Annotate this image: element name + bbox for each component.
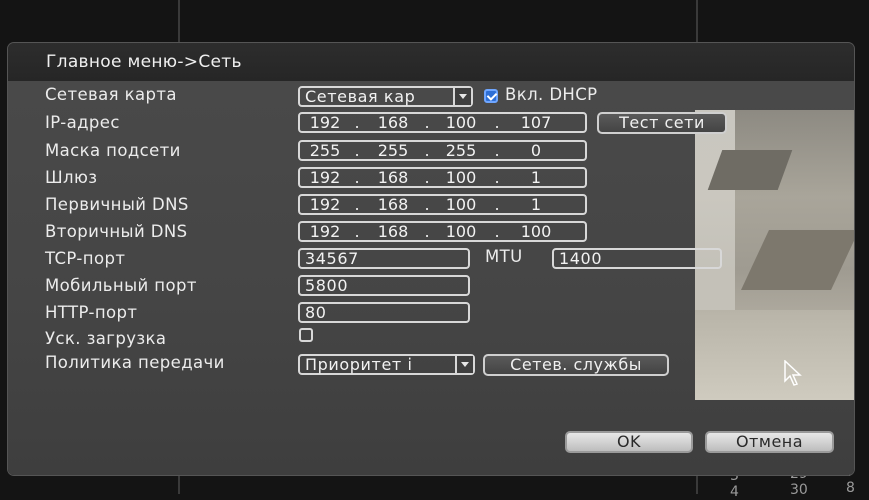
ip-octet: 192 (309, 113, 341, 132)
transfer-policy-value: Приоритет і (305, 355, 413, 374)
transfer-policy-dropdown[interactable]: Приоритет і (298, 354, 475, 375)
http-port-field[interactable]: 80 (298, 302, 470, 323)
dhcp-checkbox[interactable] (484, 89, 498, 103)
cancel-button[interactable]: Отмена (705, 431, 834, 453)
net-services-button[interactable]: Сетев. службы (483, 354, 669, 376)
dialog-title: Главное меню->Сеть (46, 52, 242, 72)
monitor-grid-line (696, 0, 698, 43)
ip-octet: 100 (445, 113, 477, 132)
ip-octet: 168 (377, 113, 409, 132)
background-calendar-number: 4 (730, 484, 739, 500)
ip-octet: 107 (520, 113, 552, 132)
fast-boot-checkbox[interactable] (299, 328, 313, 342)
subnet-mask-field[interactable]: 255 . 255 . 255 . 0 (298, 140, 587, 161)
mobile-port-field[interactable]: 5800 (298, 275, 470, 296)
chevron-down-icon[interactable] (453, 88, 471, 105)
background-calendar-number: 30 (790, 482, 808, 498)
secondary-dns-field[interactable]: 192 . 168 . 100 . 100 (298, 221, 587, 242)
dialog-titlebar: Главное меню->Сеть (8, 43, 854, 81)
dns1-label: Первичный DNS (45, 195, 189, 214)
ip-address-field[interactable]: 192 . 168 . 100 . 107 (298, 112, 587, 133)
fast-boot-label: Уск. загрузка (45, 329, 167, 348)
primary-dns-field[interactable]: 192 . 168 . 100 . 1 (298, 194, 587, 215)
nic-dropdown-value: Сетевая кар (305, 87, 416, 106)
transfer-policy-label: Политика передачи (45, 353, 225, 372)
tcp-port-label: TCP-порт (45, 249, 126, 268)
mtu-label: MTU (485, 247, 523, 266)
monitor-grid-line (178, 475, 180, 494)
mobile-port-label: Мобильный порт (45, 276, 197, 295)
monitor-grid-line (178, 0, 180, 43)
nic-dropdown[interactable]: Сетевая кар (298, 86, 473, 107)
net-test-button[interactable]: Тест сети (597, 112, 727, 134)
ok-button[interactable]: OK (565, 431, 693, 453)
mouse-cursor-icon (784, 360, 802, 386)
mtu-field[interactable]: 1400 (552, 248, 722, 269)
dhcp-label: Вкл. DHCP (505, 85, 598, 104)
dns2-label: Вторичный DNS (45, 222, 188, 241)
nic-label: Сетевая карта (45, 85, 177, 104)
gateway-label: Шлюз (45, 168, 98, 187)
network-settings-dialog: Главное меню->Сеть Сетевая карта Сетевая… (8, 43, 854, 475)
monitor-grid-line (696, 475, 698, 494)
mask-label: Маска подсети (45, 141, 181, 160)
tcp-port-field[interactable]: 34567 (298, 248, 470, 269)
chevron-down-icon[interactable] (455, 356, 473, 373)
ip-label: IP-адрес (45, 113, 120, 132)
http-port-label: HTTP-порт (45, 303, 138, 322)
gateway-field[interactable]: 192 . 168 . 100 . 1 (298, 167, 587, 188)
